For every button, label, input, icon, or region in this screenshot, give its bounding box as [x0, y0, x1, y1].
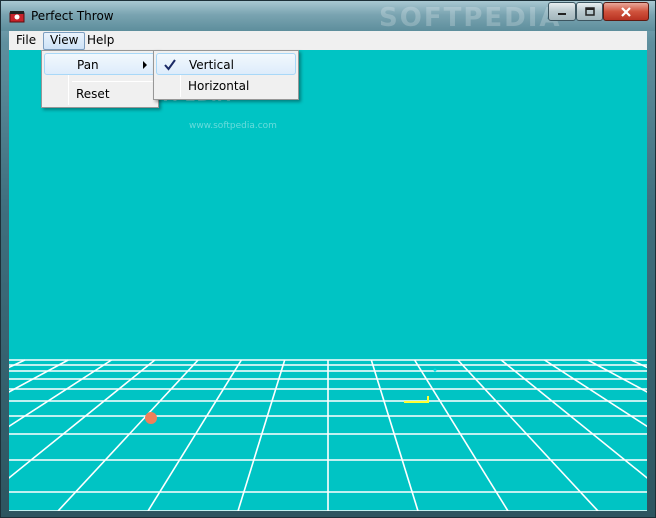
menu-file[interactable]: File: [10, 32, 42, 50]
distant-marker: [433, 368, 437, 372]
horizontal-label: Horizontal: [188, 79, 250, 93]
scene-canvas[interactable]: SOFTPEDIA www.softpedia.com: [9, 50, 647, 511]
menu-item-horizontal[interactable]: Horizontal: [156, 75, 296, 97]
close-button[interactable]: [603, 2, 649, 21]
reset-label: Reset: [76, 87, 110, 101]
minimize-button[interactable]: [548, 2, 576, 21]
grid-column-line: [9, 359, 26, 369]
menu-item-vertical[interactable]: Vertical: [156, 53, 296, 75]
grid-column-line: [370, 359, 419, 511]
menu-item-reset[interactable]: Reset: [44, 83, 156, 105]
vertical-label: Vertical: [189, 58, 234, 72]
grid-column-line: [237, 359, 286, 511]
app-icon: [9, 11, 25, 23]
maximize-button[interactable]: [576, 2, 603, 21]
scene-grid: [9, 359, 647, 511]
pan-submenu: Vertical Horizontal: [153, 50, 299, 100]
menu-item-pan[interactable]: Pan: [44, 53, 156, 75]
grid-column-line: [9, 359, 156, 479]
menu-view[interactable]: View: [43, 32, 86, 50]
menu-separator: [72, 81, 156, 82]
title-bar[interactable]: Perfect Throw SOFTPEDIA: [1, 1, 655, 33]
grid-column-line: [147, 359, 243, 511]
grid-column-line: [9, 359, 69, 393]
menu-help[interactable]: Help: [81, 32, 120, 50]
softpedia-watermark: SOFTPEDIA: [379, 3, 562, 33]
checkmark-icon: [164, 59, 176, 71]
grid-column-line: [630, 359, 647, 369]
target-marker: [404, 396, 429, 403]
window-title: Perfect Throw: [31, 9, 114, 23]
maximize-icon: [584, 6, 595, 16]
app-window: Perfect Throw SOFTPEDIA File View Help w…: [0, 0, 656, 518]
minimize-icon: [558, 12, 566, 15]
softpedia-url-watermark: www.softpedia.com: [189, 121, 277, 131]
grid-column-line: [413, 359, 509, 511]
menu-bar: File View Help: [9, 31, 647, 50]
pan-label: Pan: [77, 58, 99, 72]
submenu-arrow-icon: [143, 61, 147, 69]
close-icon: [621, 6, 631, 17]
ball: [145, 412, 157, 424]
grid-column-line: [500, 359, 647, 479]
grid-column-line: [587, 359, 647, 393]
view-dropdown: Pan Reset: [41, 50, 159, 108]
